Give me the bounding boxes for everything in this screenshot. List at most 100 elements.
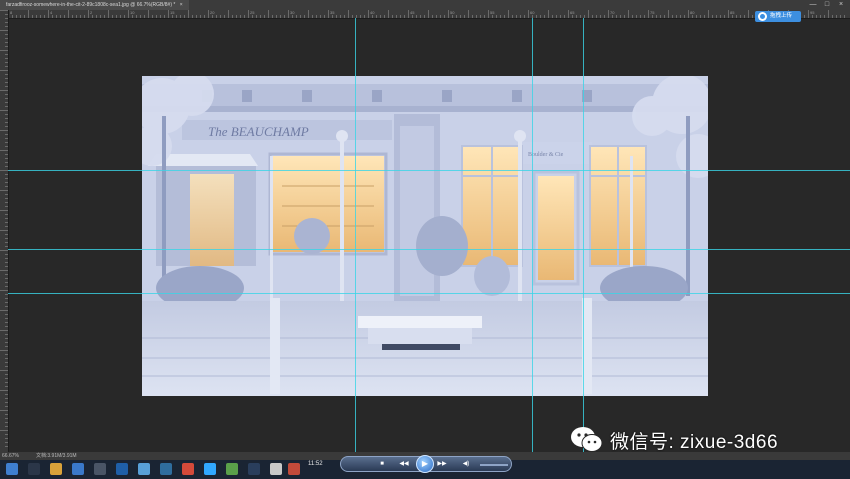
ruler-tick xyxy=(840,15,841,18)
ruler-tick xyxy=(680,15,681,18)
volume-slider[interactable] xyxy=(480,464,508,466)
ruler-tick xyxy=(5,374,8,375)
ruler-tick xyxy=(608,10,609,18)
ruler-tick xyxy=(5,346,8,347)
horizontal-guide[interactable] xyxy=(8,170,850,171)
ruler-tick xyxy=(172,15,173,18)
ruler-label: 40 xyxy=(370,10,375,15)
app-icon[interactable] xyxy=(288,463,300,475)
vertical-ruler[interactable] xyxy=(0,10,9,452)
ruler-label: 60 xyxy=(530,10,535,15)
horizontal-guide[interactable] xyxy=(8,249,850,250)
ruler-label: 95 xyxy=(810,10,815,15)
ruler-tick xyxy=(808,10,809,18)
maximize-icon[interactable]: □ xyxy=(822,0,832,10)
ruler-tick xyxy=(160,15,161,18)
app-icon[interactable] xyxy=(226,463,238,475)
app-icon[interactable] xyxy=(160,463,172,475)
ruler-tick xyxy=(104,15,105,18)
play-button[interactable]: ▶ xyxy=(416,455,434,473)
ruler-tick xyxy=(528,10,529,18)
ruler-tick xyxy=(5,442,8,443)
horizontal-ruler[interactable]: 842101520253035404550556065707580859095 xyxy=(8,10,850,19)
ruler-tick xyxy=(5,42,8,43)
ruler-tick xyxy=(820,15,821,18)
ruler-tick xyxy=(316,15,317,18)
ps-icon[interactable] xyxy=(204,463,216,475)
chrome-icon[interactable] xyxy=(182,463,194,475)
ruler-tick xyxy=(0,130,8,131)
upload-button[interactable]: 拖拽上传 xyxy=(755,11,801,22)
ruler-tick xyxy=(248,10,249,18)
document-tab[interactable]: farzadfirooz-somewhere-in-the-cit-2-89c1… xyxy=(0,0,189,10)
close-icon[interactable]: × xyxy=(836,0,846,10)
start-icon[interactable] xyxy=(6,463,18,475)
ruler-tick xyxy=(368,10,369,18)
minimize-icon[interactable]: — xyxy=(808,0,818,10)
ruler-tick xyxy=(536,15,537,18)
ruler-tick xyxy=(288,10,289,18)
ruler-tick xyxy=(188,10,189,18)
ruler-tick xyxy=(0,50,8,51)
folder-icon[interactable] xyxy=(50,463,62,475)
ruler-tick xyxy=(192,15,193,18)
ruler-tick xyxy=(616,15,617,18)
previous-icon[interactable]: ◀◀ xyxy=(399,460,409,468)
ruler-tick xyxy=(484,15,485,18)
zoom-level[interactable]: 66.67% xyxy=(2,452,19,460)
volume-icon[interactable]: ◀) xyxy=(461,460,471,468)
search-icon[interactable] xyxy=(28,463,40,475)
qq-icon[interactable] xyxy=(138,463,150,475)
ruler-tick xyxy=(400,15,401,18)
vertical-guide[interactable] xyxy=(583,18,584,452)
ruler-tick xyxy=(308,10,309,18)
ruler-tick xyxy=(56,15,57,18)
ruler-tick xyxy=(324,15,325,18)
ruler-tick xyxy=(560,15,561,18)
ruler-tick xyxy=(5,106,8,107)
vertical-guide[interactable] xyxy=(355,18,356,452)
ruler-tick xyxy=(24,15,25,18)
stop-icon[interactable]: ■ xyxy=(377,460,387,468)
ruler-tick xyxy=(364,15,365,18)
document-canvas[interactable]: The BEAUCHAMP Boulder & Cie xyxy=(142,76,708,396)
ruler-tick xyxy=(488,10,489,18)
storefront-sign: The BEAUCHAMP xyxy=(208,124,309,139)
ruler-tick xyxy=(508,10,509,18)
document-info[interactable]: 文档:3.91M/3.91M xyxy=(36,452,77,460)
ruler-tick xyxy=(696,15,697,18)
ruler-tick xyxy=(5,34,8,35)
ruler-tick xyxy=(476,15,477,18)
ruler-tick xyxy=(804,15,805,18)
wechat-watermark: 微信号: zixue-3d66 xyxy=(570,422,778,458)
media-icon[interactable] xyxy=(270,463,282,475)
ruler-tick xyxy=(492,15,493,18)
ruler-tick xyxy=(448,10,449,18)
ruler-tick xyxy=(0,430,8,431)
ruler-tick xyxy=(688,10,689,18)
ruler-tick xyxy=(644,15,645,18)
explorer-icon[interactable] xyxy=(72,463,84,475)
horizontal-guide[interactable] xyxy=(8,293,850,294)
ruler-tick xyxy=(468,10,469,18)
ruler-tick xyxy=(132,15,133,18)
ruler-tick xyxy=(5,278,8,279)
ruler-tick xyxy=(5,246,8,247)
ruler-tick xyxy=(416,15,417,18)
ruler-tick xyxy=(320,15,321,18)
ruler-label: 8 xyxy=(10,10,13,15)
ruler-tick xyxy=(392,15,393,18)
ruler-tick xyxy=(344,15,345,18)
ruler-tick xyxy=(5,166,8,167)
app-icon[interactable] xyxy=(248,463,260,475)
ruler-tick xyxy=(5,234,8,235)
next-icon[interactable]: ▶▶ xyxy=(437,460,447,468)
vertical-guide[interactable] xyxy=(532,18,533,452)
tab-close-icon[interactable]: × xyxy=(180,2,183,8)
ruler-tick xyxy=(720,15,721,18)
app-icon[interactable] xyxy=(94,463,106,475)
ruler-tick xyxy=(5,386,8,387)
ruler-tick xyxy=(360,15,361,18)
ruler-tick xyxy=(540,15,541,18)
photoshop-icon[interactable] xyxy=(116,463,128,475)
